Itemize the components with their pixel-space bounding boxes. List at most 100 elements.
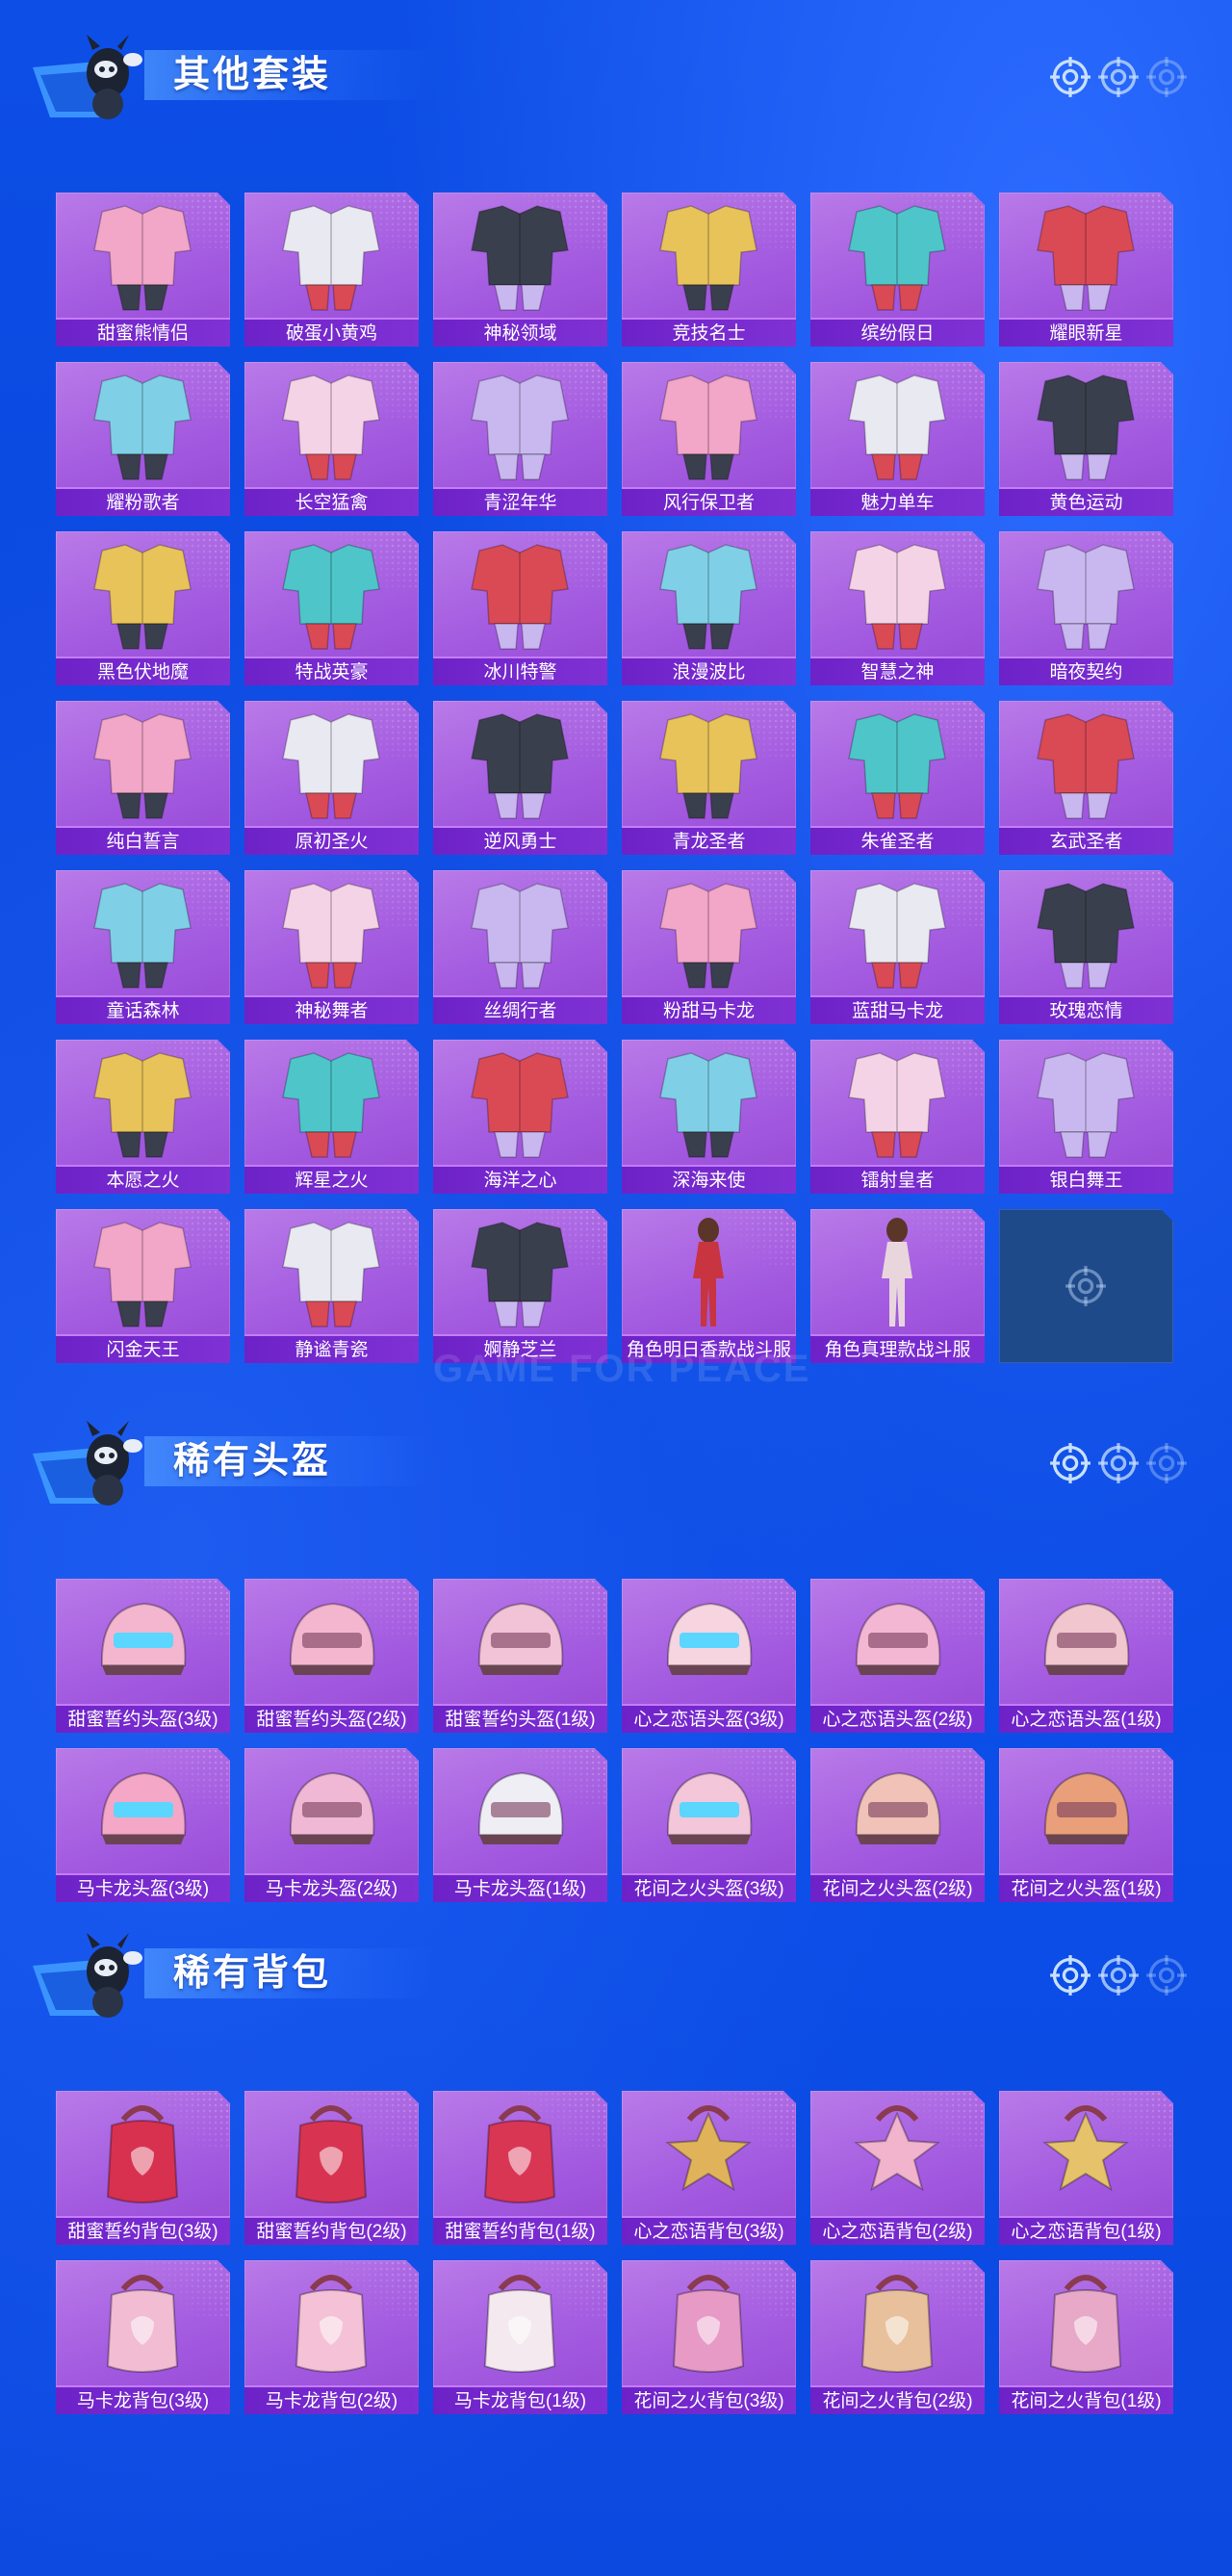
- helmet-art-icon: [289, 1602, 375, 1675]
- backpack-card[interactable]: 心之恋语背包(1级): [999, 2091, 1173, 2245]
- crosshair-target-icon: [1050, 1955, 1091, 1996]
- backpack-card[interactable]: 花间之火背包(1级): [999, 2260, 1173, 2414]
- outfit-name: 青涩年华: [433, 487, 607, 516]
- outfit-card[interactable]: 丝绸行者: [433, 870, 607, 1024]
- backpack-card[interactable]: 马卡龙背包(1级): [433, 2260, 607, 2414]
- outfit-card[interactable]: 魅力单车: [810, 362, 985, 516]
- outfit-card[interactable]: 冰川特警: [433, 531, 607, 685]
- backpack-card[interactable]: 甜蜜誓约背包(2级): [244, 2091, 419, 2245]
- outfit-card[interactable]: 纯白誓言: [56, 701, 230, 855]
- backpack-card[interactable]: 心之恋语背包(3级): [622, 2091, 796, 2245]
- outfit-card[interactable]: 黄色运动: [999, 362, 1173, 516]
- outfit-card[interactable]: 青涩年华: [433, 362, 607, 516]
- outfit-card[interactable]: 耀粉歌者: [56, 362, 230, 516]
- outfit-card[interactable]: 辉星之火: [244, 1040, 419, 1194]
- outfit-card[interactable]: 闪金天王: [56, 1209, 230, 1363]
- crosshair-target-icon: [1098, 1955, 1139, 1996]
- outfit-card[interactable]: 浪漫波比: [622, 531, 796, 685]
- outfit-card[interactable]: 角色明日香款战斗服: [622, 1209, 796, 1363]
- helmet-card[interactable]: 花间之火头盔(2级): [810, 1748, 985, 1902]
- helmet-name: 心之恋语头盔(3级): [622, 1704, 796, 1733]
- crosshair-target-icon: [1050, 1443, 1091, 1483]
- outfit-card[interactable]: 玫瑰恋情: [999, 870, 1173, 1024]
- backpack-name: 马卡龙背包(1级): [433, 2385, 607, 2414]
- backpack-card[interactable]: 花间之火背包(2级): [810, 2260, 985, 2414]
- outfit-art-icon: [282, 205, 380, 311]
- outfit-card[interactable]: 童话森林: [56, 870, 230, 1024]
- outfit-card[interactable]: 逆风勇士: [433, 701, 607, 855]
- backpack-name: 马卡龙背包(2级): [244, 2385, 419, 2414]
- outfit-name: 智慧之神: [810, 657, 985, 685]
- outfit-card[interactable]: 黑色伏地魔: [56, 531, 230, 685]
- crosshair-target-icon: [1050, 57, 1091, 97]
- outfit-card[interactable]: 玄武圣者: [999, 701, 1173, 855]
- helmet-card[interactable]: 甜蜜誓约头盔(2级): [244, 1579, 419, 1733]
- outfit-card[interactable]: 暗夜契约: [999, 531, 1173, 685]
- outfit-name: 本愿之火: [56, 1165, 230, 1194]
- outfit-card[interactable]: 朱雀圣者: [810, 701, 985, 855]
- helmet-art-icon: [855, 1771, 941, 1844]
- outfit-card[interactable]: 镭射皇者: [810, 1040, 985, 1194]
- backpack-name: 马卡龙背包(3级): [56, 2385, 230, 2414]
- outfit-name: 银白舞王: [999, 1165, 1173, 1194]
- helmet-card[interactable]: 马卡龙头盔(3级): [56, 1748, 230, 1902]
- helmet-card[interactable]: 马卡龙头盔(1级): [433, 1748, 607, 1902]
- backpack-card[interactable]: 花间之火背包(3级): [622, 2260, 796, 2414]
- outfit-card[interactable]: 银白舞王: [999, 1040, 1173, 1194]
- outfit-card[interactable]: 本愿之火: [56, 1040, 230, 1194]
- outfit-card[interactable]: 竞技名士: [622, 193, 796, 347]
- outfit-art-icon: [93, 1052, 192, 1158]
- backpack-art-icon: [106, 2105, 179, 2203]
- backpack-card[interactable]: 马卡龙背包(2级): [244, 2260, 419, 2414]
- outfit-card[interactable]: 角色真理款战斗服: [810, 1209, 985, 1363]
- outfit-art-icon: [848, 205, 946, 311]
- backpack-card[interactable]: 马卡龙背包(3级): [56, 2260, 230, 2414]
- outfit-card[interactable]: 甜蜜熊情侣: [56, 193, 230, 347]
- helmet-card[interactable]: 心之恋语头盔(1级): [999, 1579, 1173, 1733]
- outfit-name: 丝绸行者: [433, 995, 607, 1024]
- outfit-card[interactable]: 蓝甜马卡龙: [810, 870, 985, 1024]
- outfit-card[interactable]: 婀静芝兰: [433, 1209, 607, 1363]
- helmet-card[interactable]: 心之恋语头盔(2级): [810, 1579, 985, 1733]
- outfit-card[interactable]: 长空猛禽: [244, 362, 419, 516]
- backpack-name: 花间之火背包(3级): [622, 2385, 796, 2414]
- backpack-art-icon: [1042, 2105, 1129, 2192]
- outfit-card[interactable]: 耀眼新星: [999, 193, 1173, 347]
- outfit-card[interactable]: 原初圣火: [244, 701, 419, 855]
- outfit-name: 神秘舞者: [244, 995, 419, 1024]
- outfit-card[interactable]: 青龙圣者: [622, 701, 796, 855]
- outfit-card[interactable]: 深海来使: [622, 1040, 796, 1194]
- outfit-card[interactable]: 神秘舞者: [244, 870, 419, 1024]
- outfit-art-icon: [848, 374, 946, 480]
- crosshair-target-icon: [1098, 57, 1139, 97]
- helmet-card[interactable]: 甜蜜誓约头盔(1级): [433, 1579, 607, 1733]
- backpack-card[interactable]: 甜蜜誓约背包(3级): [56, 2091, 230, 2245]
- backpack-name: 花间之火背包(2级): [810, 2385, 985, 2414]
- outfit-card[interactable]: 神秘领域: [433, 193, 607, 347]
- outfit-name: 青龙圣者: [622, 826, 796, 855]
- helmet-name: 花间之火头盔(1级): [999, 1873, 1173, 1902]
- helmet-art-icon: [666, 1771, 753, 1844]
- backpack-card[interactable]: 甜蜜誓约背包(1级): [433, 2091, 607, 2245]
- outfit-name: 耀粉歌者: [56, 487, 230, 516]
- outfit-card[interactable]: 粉甜马卡龙: [622, 870, 796, 1024]
- helmet-art-icon: [666, 1602, 753, 1675]
- helmet-art-icon: [855, 1602, 941, 1675]
- decor-targets: [1049, 1954, 1194, 1996]
- crosshair-target-icon: [1098, 1443, 1139, 1483]
- outfit-card[interactable]: 静谧青瓷: [244, 1209, 419, 1363]
- helmet-card[interactable]: 花间之火头盔(1级): [999, 1748, 1173, 1902]
- outfit-card[interactable]: 破蛋小黄鸡: [244, 193, 419, 347]
- outfit-name: 黑色伏地魔: [56, 657, 230, 685]
- helmet-card[interactable]: 马卡龙头盔(2级): [244, 1748, 419, 1902]
- outfit-card[interactable]: 缤纷假日: [810, 193, 985, 347]
- backpack-card[interactable]: 心之恋语背包(2级): [810, 2091, 985, 2245]
- helmet-card[interactable]: 甜蜜誓约头盔(3级): [56, 1579, 230, 1733]
- outfit-card[interactable]: 智慧之神: [810, 531, 985, 685]
- outfit-card[interactable]: 风行保卫者: [622, 362, 796, 516]
- helmet-card[interactable]: 花间之火头盔(3级): [622, 1748, 796, 1902]
- helmet-card[interactable]: 心之恋语头盔(3级): [622, 1579, 796, 1733]
- outfit-card[interactable]: 特战英豪: [244, 531, 419, 685]
- outfit-art-icon: [471, 1222, 569, 1327]
- outfit-card[interactable]: 海洋之心: [433, 1040, 607, 1194]
